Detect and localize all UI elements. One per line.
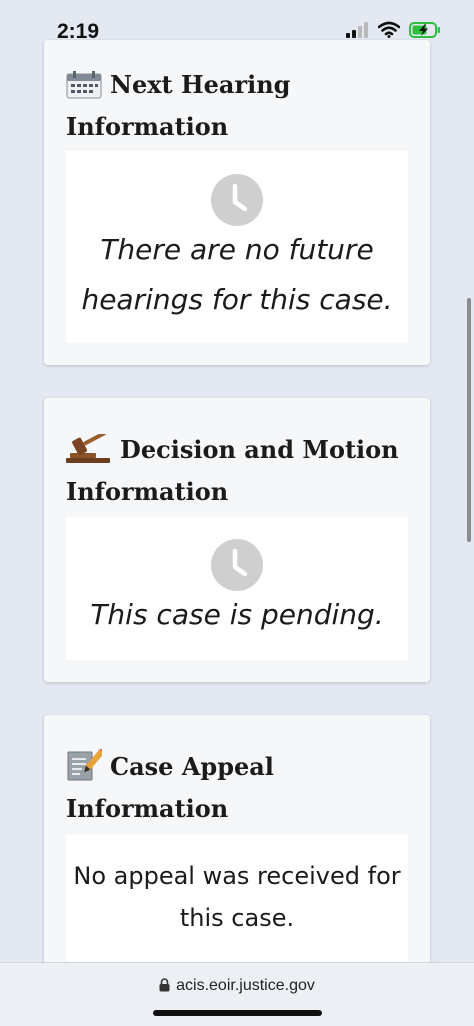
address-bar-url[interactable]: acis.eoir.justice.gov bbox=[0, 977, 474, 995]
browser-address-bar[interactable]: acis.eoir.justice.gov bbox=[0, 962, 474, 1026]
document-pencil-icon bbox=[66, 747, 106, 791]
card-title-next-hearing: Next Hearing Information bbox=[66, 67, 416, 145]
lock-icon bbox=[159, 978, 170, 992]
clock-icon bbox=[211, 539, 263, 591]
card-title-case-appeal: Case Appeal Information bbox=[66, 747, 416, 827]
card-content-panel: There are no future hearings for this ca… bbox=[66, 151, 408, 343]
battery-charging-icon bbox=[409, 22, 440, 38]
cellular-signal-icon bbox=[346, 22, 368, 38]
wifi-icon bbox=[378, 21, 400, 38]
card-title-text: Decision and Motion Information bbox=[66, 435, 399, 506]
gavel-icon bbox=[66, 431, 112, 474]
no-appeal-message: No appeal was received for this case. bbox=[73, 862, 401, 932]
home-indicator[interactable] bbox=[153, 1010, 322, 1016]
card-content-panel: This case is pending. bbox=[66, 517, 408, 660]
clock-icon bbox=[211, 174, 263, 226]
decision-motion-card: Decision and Motion Information This cas… bbox=[44, 398, 430, 682]
calendar-icon bbox=[66, 71, 102, 109]
card-title-decision-motion: Decision and Motion Information bbox=[66, 431, 416, 510]
url-text: acis.eoir.justice.gov bbox=[176, 977, 315, 994]
case-pending-message: This case is pending. bbox=[90, 598, 384, 631]
no-hearings-message: There are no future hearings for this ca… bbox=[81, 233, 393, 316]
page-scrollbar[interactable] bbox=[467, 298, 471, 542]
next-hearing-card: Next Hearing Information There are no fu… bbox=[44, 40, 430, 365]
